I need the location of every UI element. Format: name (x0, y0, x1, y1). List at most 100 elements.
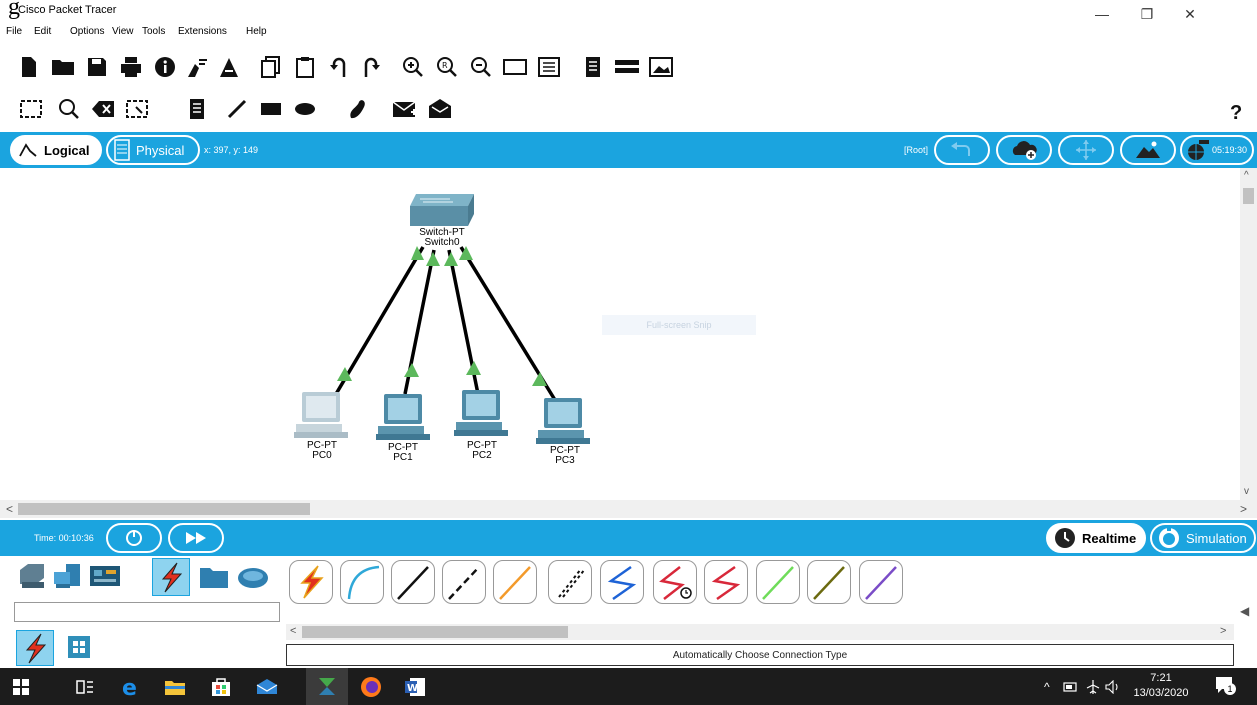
help-icon[interactable]: ? (1230, 102, 1242, 125)
cable-scroll-left-icon[interactable]: < (290, 625, 296, 637)
iot-custom-cable-icon[interactable] (807, 560, 851, 604)
volume-icon[interactable] (1102, 676, 1124, 698)
add-simple-pdu-icon[interactable] (392, 96, 418, 122)
fiber-cable-icon[interactable] (493, 560, 537, 604)
menu-help[interactable]: Help (246, 26, 267, 37)
device-search-field[interactable] (14, 602, 280, 622)
windows-start-icon[interactable] (10, 676, 32, 698)
vertical-scroll-thumb[interactable] (1243, 188, 1254, 204)
undo-icon[interactable] (326, 54, 352, 80)
custom-device-dialog-icon[interactable] (536, 54, 562, 80)
components-icon[interactable] (88, 560, 122, 592)
pc1-icon[interactable] (376, 394, 430, 440)
draw-ellipse-icon[interactable] (292, 96, 318, 122)
cable-scrollbar[interactable]: < > (286, 624, 1234, 640)
realtime-mode-button[interactable]: Realtime (1046, 523, 1146, 553)
paste-icon[interactable] (292, 54, 318, 80)
octal-cable-icon[interactable] (756, 560, 800, 604)
phone-cable-icon[interactable] (548, 560, 592, 604)
word-icon[interactable]: W (404, 676, 426, 698)
set-background-button[interactable] (1120, 135, 1176, 165)
physical-tab[interactable]: Physical (106, 135, 200, 165)
notes-icon[interactable] (580, 54, 606, 80)
firefox-icon[interactable] (360, 676, 382, 698)
copy-icon[interactable] (258, 54, 284, 80)
fast-forward-button[interactable] (168, 523, 224, 553)
show-hidden-icons[interactable]: ^ (1044, 680, 1050, 694)
network-device-icon[interactable] (614, 54, 640, 80)
image-icon[interactable] (648, 54, 674, 80)
grid-subcategory-icon[interactable] (68, 636, 90, 658)
horizontal-scroll-thumb[interactable] (18, 503, 310, 515)
new-file-icon[interactable] (16, 54, 42, 80)
multiuser-icon[interactable] (236, 562, 270, 592)
vertical-scrollbar[interactable]: ^ v (1240, 168, 1257, 500)
action-center-icon[interactable]: 1 (1214, 675, 1238, 697)
cable-scroll-right-icon[interactable]: > (1220, 625, 1226, 637)
close-button[interactable]: ✕ (1180, 6, 1200, 23)
pc3-icon[interactable] (536, 398, 590, 444)
menu-extensions[interactable]: Extensions (178, 26, 227, 37)
console-cable-icon[interactable] (340, 560, 384, 604)
edge-browser-icon[interactable]: e (120, 676, 142, 698)
system-clock[interactable]: 7:21 13/03/2020 (1126, 671, 1196, 701)
usb-cable-icon[interactable] (859, 560, 903, 604)
automatic-connection-subcategory-icon[interactable] (16, 630, 54, 666)
switch-icon[interactable] (410, 194, 474, 226)
new-cluster-button[interactable] (996, 135, 1052, 165)
coaxial-cable-icon[interactable] (600, 560, 644, 604)
battery-icon[interactable] (1060, 676, 1082, 698)
network-devices-icon[interactable] (16, 560, 48, 592)
back-button[interactable] (934, 135, 990, 165)
zoom-reset-icon[interactable]: R (434, 54, 460, 80)
inspect-icon[interactable] (56, 96, 82, 122)
serial-dce-cable-icon[interactable] (653, 560, 697, 604)
redo-icon[interactable] (358, 54, 384, 80)
logical-workspace[interactable]: Switch-PT Switch0 PC-PT PC0 PC-PT PC1 PC… (0, 168, 1240, 500)
scroll-left-icon[interactable]: < (6, 502, 13, 516)
menu-file[interactable]: File (6, 26, 22, 37)
pc0-icon[interactable] (294, 392, 348, 438)
copper-straight-through-cable-icon[interactable] (391, 560, 435, 604)
horizontal-scrollbar[interactable]: < > (0, 500, 1257, 518)
drawing-palette-icon[interactable] (502, 54, 528, 80)
simulation-mode-button[interactable]: Simulation (1150, 523, 1256, 553)
save-icon[interactable] (84, 54, 110, 80)
delete-icon[interactable] (90, 96, 116, 122)
menu-edit[interactable]: Edit (34, 26, 51, 37)
pc2-icon[interactable] (454, 390, 508, 436)
info-icon[interactable] (152, 54, 178, 80)
scroll-right-icon[interactable]: > (1240, 502, 1247, 516)
draw-rectangle-icon[interactable] (258, 96, 284, 122)
airplane-mode-icon[interactable] (1082, 676, 1104, 698)
zoom-in-icon[interactable] (400, 54, 426, 80)
file-explorer-icon[interactable] (164, 676, 186, 698)
place-note-icon[interactable] (184, 96, 210, 122)
task-view-icon[interactable] (74, 676, 96, 698)
packet-tracer-taskbar-button[interactable] (306, 668, 348, 705)
copper-cross-over-cable-icon[interactable] (442, 560, 486, 604)
cable-scroll-thumb[interactable] (302, 626, 568, 638)
add-complex-pdu-icon[interactable] (428, 96, 454, 122)
scroll-down-icon[interactable]: v (1244, 486, 1249, 497)
connections-category-icon[interactable] (152, 558, 190, 596)
network-info-icon[interactable] (216, 54, 242, 80)
miscellaneous-icon[interactable] (198, 562, 230, 592)
resize-shape-icon[interactable] (124, 96, 150, 122)
automatic-connection-cable-icon[interactable] (289, 560, 333, 604)
serial-dte-cable-icon[interactable] (704, 560, 748, 604)
print-icon[interactable] (118, 54, 144, 80)
open-folder-icon[interactable] (50, 54, 76, 80)
store-icon[interactable] (210, 676, 232, 698)
end-devices-icon[interactable] (52, 560, 84, 592)
menu-view[interactable]: View (112, 26, 134, 37)
power-cycle-button[interactable] (106, 523, 162, 553)
scroll-up-icon[interactable]: ^ (1244, 170, 1249, 181)
logical-tab[interactable]: Logical (10, 135, 102, 165)
menu-options[interactable]: Options (70, 26, 104, 37)
move-object-button[interactable] (1058, 135, 1114, 165)
activity-wizard-icon[interactable] (184, 54, 210, 80)
draw-line-icon[interactable] (224, 96, 250, 122)
zoom-out-icon[interactable] (468, 54, 494, 80)
root-label[interactable]: [Root] (904, 145, 928, 155)
